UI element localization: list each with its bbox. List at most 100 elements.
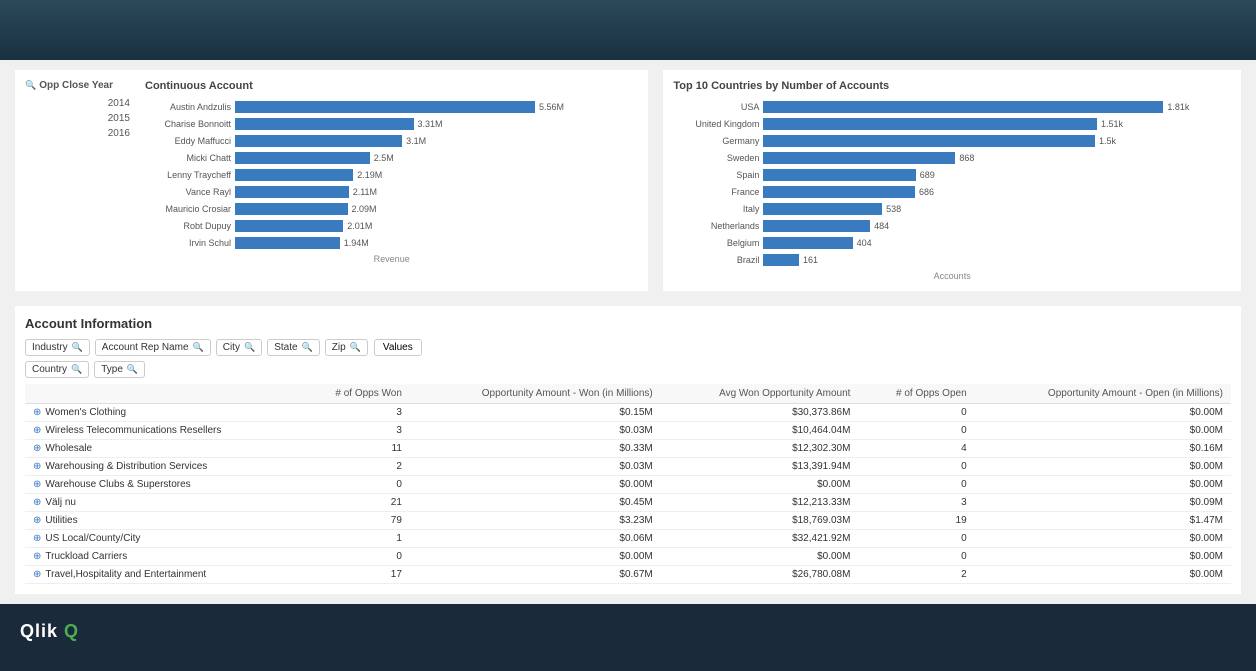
bar-value: 3.1M: [406, 136, 426, 146]
qlik-q-icon: Q: [64, 621, 79, 641]
row-avg-won: $30,373.86M: [661, 404, 859, 422]
row-opps-won: 3: [299, 404, 410, 422]
row-avg-won: $18,769.03M: [661, 512, 859, 530]
row-opps-open: 0: [858, 404, 974, 422]
country-bar-fill: [763, 186, 915, 198]
filter-pill[interactable]: City 🔍: [216, 339, 262, 356]
row-opps-open: 0: [858, 530, 974, 548]
country-bar-fill: [763, 237, 852, 249]
country-bar-label: Sweden: [673, 153, 763, 163]
main-content: 🔍 Opp Close Year 201420152016 Continuous…: [0, 60, 1256, 604]
row-icon: ⊕: [33, 533, 41, 544]
bar-row: Sweden 868: [673, 151, 1231, 165]
table-row: ⊕US Local/County/City1$0.06M$32,421.92M0…: [25, 530, 1231, 548]
country-bar-value: 538: [886, 204, 901, 214]
country-bar-label: Belgium: [673, 238, 763, 248]
row-icon: ⊕: [33, 461, 41, 472]
bar-value: 2.19M: [357, 170, 382, 180]
filter-pill[interactable]: State 🔍: [267, 339, 320, 356]
year-item[interactable]: 2015: [25, 111, 135, 126]
country-bar-value: 868: [959, 153, 974, 163]
bar-value: 2.01M: [347, 221, 372, 231]
country-bar-label: Germany: [673, 136, 763, 146]
row-opps-won: 17: [299, 566, 410, 584]
filter-search-icon: 🔍: [127, 364, 138, 375]
row-opps-won: 0: [299, 548, 410, 566]
table-row: ⊕Wireless Telecommunications Resellers3$…: [25, 422, 1231, 440]
filters-row-1: Industry 🔍 Account Rep Name 🔍 City 🔍 State …: [25, 339, 1231, 356]
bar-fill: [235, 169, 353, 181]
year-filter-title: 🔍 Opp Close Year: [25, 80, 135, 91]
row-amt-open: $0.00M: [975, 476, 1231, 494]
filter-pill[interactable]: Country 🔍: [25, 361, 89, 378]
row-amt-won: $0.03M: [410, 422, 661, 440]
row-opps-open: 4: [858, 440, 974, 458]
country-bar-value: 686: [919, 187, 934, 197]
filter-pill[interactable]: Type 🔍: [94, 361, 145, 378]
table-wrapper: # of Opps Won Opportunity Amount - Won (…: [25, 384, 1231, 584]
filter-search-icon: 🔍: [302, 342, 313, 353]
country-bar-label: Brazil: [673, 255, 763, 265]
row-amt-won: $0.03M: [410, 458, 661, 476]
year-item[interactable]: 2014: [25, 96, 135, 111]
top-countries-container: Top 10 Countries by Number of Accounts U…: [663, 70, 1241, 291]
year-filter-panel: 🔍 Opp Close Year 201420152016: [25, 80, 135, 264]
row-icon: ⊕: [33, 443, 41, 454]
country-bar-fill: [763, 118, 1097, 130]
country-bar-fill: [763, 152, 955, 164]
row-opps-won: 11: [299, 440, 410, 458]
row-amt-won: $0.45M: [410, 494, 661, 512]
values-button[interactable]: Values: [374, 339, 422, 356]
country-bar-label: United Kingdom: [673, 119, 763, 129]
row-opps-open: 2: [858, 566, 974, 584]
bar-row: Mauricio Crosiar2.09M: [145, 202, 638, 216]
country-bar-value: 484: [874, 221, 889, 231]
bar-row: Belgium 404: [673, 236, 1231, 250]
filter-search-icon: 🔍: [72, 342, 83, 353]
country-bar-value: 689: [920, 170, 935, 180]
row-icon: ⊕: [33, 551, 41, 562]
country-bar-value: 404: [857, 238, 872, 248]
country-bar-label: Spain: [673, 170, 763, 180]
row-avg-won: $0.00M: [661, 476, 859, 494]
bar-label: Lenny Traycheff: [145, 170, 235, 180]
filter-search-icon: 🔍: [244, 342, 255, 353]
row-icon: ⊕: [33, 497, 41, 508]
row-opps-open: 0: [858, 422, 974, 440]
filter-pill[interactable]: Industry 🔍: [25, 339, 90, 356]
table-row: ⊕Warehousing & Distribution Services2$0.…: [25, 458, 1231, 476]
row-industry-name: ⊕Warehousing & Distribution Services: [25, 458, 299, 476]
row-amt-open: $0.00M: [975, 530, 1231, 548]
filter-pill[interactable]: Zip 🔍: [325, 339, 368, 356]
bar-value: 1.94M: [344, 238, 369, 248]
row-amt-won: $0.67M: [410, 566, 661, 584]
top-bar: [0, 0, 1256, 60]
row-opps-won: 79: [299, 512, 410, 530]
row-opps-open: 0: [858, 548, 974, 566]
row-opps-won: 1: [299, 530, 410, 548]
filter-pill[interactable]: Account Rep Name 🔍: [95, 339, 211, 356]
bar-value: 2.11M: [353, 187, 377, 197]
filter-pills-row1: Industry 🔍 Account Rep Name 🔍 City 🔍 State …: [25, 339, 368, 356]
bar-row: United Kingdom1.51k: [673, 117, 1231, 131]
filter-pills-row2: Country 🔍 Type 🔍: [25, 361, 145, 378]
bar-fill: [235, 220, 343, 232]
year-item[interactable]: 2016: [25, 126, 135, 141]
account-table: # of Opps Won Opportunity Amount - Won (…: [25, 384, 1231, 584]
bar-row: Vance Rayl2.11M: [145, 185, 638, 199]
country-bar-fill: [763, 135, 1095, 147]
row-opps-won: 3: [299, 422, 410, 440]
row-icon: ⊕: [33, 407, 41, 418]
row-icon: ⊕: [33, 425, 41, 436]
top-countries-title: Top 10 Countries by Number of Accounts: [673, 80, 1231, 92]
country-bar-value: 1.81k: [1167, 102, 1189, 112]
row-amt-open: $0.00M: [975, 404, 1231, 422]
row-avg-won: $32,421.92M: [661, 530, 859, 548]
row-icon: ⊕: [33, 569, 41, 580]
row-amt-open: $0.16M: [975, 440, 1231, 458]
bar-value: 5.56M: [539, 102, 564, 112]
row-industry-name: ⊕Truckload Carriers: [25, 548, 299, 566]
row-opps-open: 3: [858, 494, 974, 512]
country-bar-value: 161: [803, 255, 818, 265]
row-amt-open: $0.09M: [975, 494, 1231, 512]
